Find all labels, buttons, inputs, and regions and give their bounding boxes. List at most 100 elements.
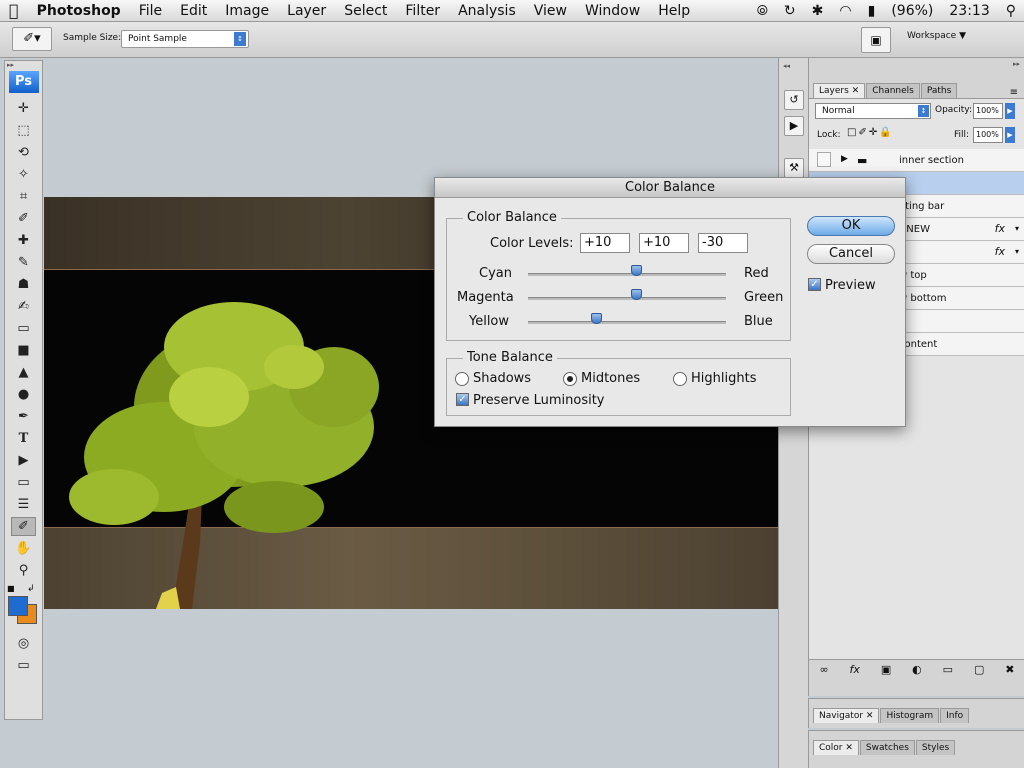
link-layers-icon[interactable]: ∞ (819, 663, 828, 676)
menu-filter[interactable]: Filter (396, 3, 449, 19)
menu-view[interactable]: View (525, 3, 576, 19)
level-magenta-green-input[interactable]: +10 (639, 233, 689, 253)
eraser-tool-icon[interactable]: ▭ (11, 319, 36, 338)
menu-window[interactable]: Window (576, 3, 649, 19)
brush-tool-icon[interactable]: ✎ (11, 253, 36, 272)
blur-tool-icon[interactable]: ▲ (11, 363, 36, 382)
menu-help[interactable]: Help (649, 3, 699, 19)
path-selection-icon[interactable]: ▶ (11, 451, 36, 470)
yellow-blue-slider-track[interactable] (528, 321, 726, 324)
tab-color[interactable]: Color ✕ (813, 740, 859, 755)
history-brush-icon[interactable]: ✍ (11, 297, 36, 316)
ok-button[interactable]: OK (807, 216, 895, 236)
magenta-green-slider-track[interactable] (528, 297, 726, 300)
menu-file[interactable]: File (130, 3, 171, 19)
highlights-radio[interactable] (673, 372, 687, 386)
menu-analysis[interactable]: Analysis (449, 3, 525, 19)
pen-tool-icon[interactable]: ✒ (11, 407, 36, 426)
healing-brush-icon[interactable]: ✚ (11, 231, 36, 250)
eyedropper-preset-icon[interactable]: ✐▾ (12, 27, 52, 51)
menu-edit[interactable]: Edit (171, 3, 216, 19)
level-cyan-red-input[interactable]: +10 (580, 233, 630, 253)
actions-panel-icon[interactable]: ▶ (784, 116, 804, 136)
fx-expand-icon[interactable]: ▾ (1015, 247, 1019, 256)
shape-tool-icon[interactable]: ▭ (11, 473, 36, 492)
lasso-tool-icon[interactable]: ⟲ (11, 143, 36, 162)
preserve-luminosity-checkbox[interactable]: ✓ (456, 393, 469, 406)
notes-tool-icon[interactable]: ☰ (11, 495, 36, 514)
menu-layer[interactable]: Layer (278, 3, 335, 19)
clock[interactable]: 23:13 (941, 3, 997, 19)
tab-histogram[interactable]: Histogram (880, 708, 940, 723)
cs-status-icon[interactable]: ⦾ (749, 3, 776, 19)
trash-icon[interactable]: ✖ (1005, 663, 1014, 676)
marquee-tool-icon[interactable]: ⬚ (11, 121, 36, 140)
tool-presets-icon[interactable]: ⚒ (784, 158, 804, 178)
workspace-menu[interactable]: Workspace ▼ (907, 31, 966, 41)
magic-wand-icon[interactable]: ✧ (11, 165, 36, 184)
apple-menu-icon[interactable]:  (0, 1, 28, 20)
fx-expand-icon[interactable]: ▾ (1015, 224, 1019, 233)
hand-tool-icon[interactable]: ✋ (11, 539, 36, 558)
bluetooth-icon[interactable]: ✱ (804, 3, 832, 19)
disclosure-triangle-icon[interactable]: ▶ (841, 154, 848, 164)
eyedropper-tool-icon[interactable]: ✐ (11, 517, 36, 536)
quick-mask-icon[interactable]: ◎ (11, 634, 36, 653)
tab-channels[interactable]: Channels (866, 83, 920, 98)
visibility-icon[interactable] (817, 152, 831, 167)
menu-image[interactable]: Image (216, 3, 278, 19)
default-colors-icon[interactable]: ■ (7, 584, 15, 593)
sample-size-select[interactable]: Point Sample ↕ (121, 30, 249, 48)
level-yellow-blue-input[interactable]: -30 (698, 233, 748, 253)
strip-collapse-icon[interactable]: ◂◂ (783, 62, 790, 70)
time-machine-icon[interactable]: ↻ (776, 3, 804, 19)
spotlight-icon[interactable]: ⚲ (998, 3, 1024, 19)
tab-paths[interactable]: Paths (920, 83, 958, 98)
cyan-red-slider-track[interactable] (528, 273, 726, 276)
zoom-tool-icon[interactable]: ⚲ (11, 561, 36, 580)
dodge-tool-icon[interactable]: ● (11, 385, 36, 404)
gradient-tool-icon[interactable]: ■ (11, 341, 36, 360)
slice-tool-icon[interactable]: ✐ (11, 209, 36, 228)
menu-app[interactable]: Photoshop (28, 3, 130, 19)
fill-slider-arrow-icon[interactable]: ▶ (1005, 127, 1015, 143)
bridge-icon[interactable]: ▣ (861, 27, 891, 53)
tab-swatches[interactable]: Swatches (859, 740, 915, 755)
move-tool-icon[interactable]: ✛ (11, 99, 36, 118)
lock-icons[interactable]: □✐✛🔒 (847, 127, 894, 138)
cyan-red-slider-thumb[interactable] (630, 265, 642, 276)
menu-select[interactable]: Select (335, 3, 396, 19)
fill-input[interactable]: 100% (973, 127, 1003, 143)
layer-style-icon[interactable]: fx (850, 663, 860, 676)
wifi-icon[interactable]: ◠ (831, 3, 859, 19)
new-layer-icon[interactable]: ▢ (974, 663, 984, 676)
clone-stamp-icon[interactable]: ☗ (11, 275, 36, 294)
panel-expand-icon[interactable]: ▸▸ (1013, 60, 1020, 68)
tab-styles[interactable]: Styles (915, 740, 956, 755)
opacity-slider-arrow-icon[interactable]: ▶ (1005, 103, 1015, 119)
toolbox-grip[interactable]: ▸▸ (5, 61, 42, 69)
adjustment-layer-icon[interactable]: ◐ (912, 663, 922, 676)
dialog-title[interactable]: Color Balance (435, 178, 905, 198)
screen-mode-icon[interactable]: ▭ (11, 656, 36, 675)
preview-checkbox[interactable]: ✓ (808, 278, 821, 291)
midtones-radio[interactable] (563, 372, 577, 386)
foreground-color-swatch[interactable] (8, 596, 28, 616)
type-tool-icon[interactable]: T (11, 429, 36, 448)
yellow-blue-slider-thumb[interactable] (591, 313, 603, 324)
magenta-green-slider-thumb[interactable] (630, 289, 642, 300)
new-group-icon[interactable]: ▭ (943, 663, 953, 676)
tab-layers[interactable]: Layers ✕ (813, 83, 866, 98)
panel-menu-icon[interactable]: ≡ (1010, 87, 1018, 98)
battery-icon[interactable]: ▮ (860, 3, 884, 19)
tab-info[interactable]: Info (940, 708, 970, 723)
shadows-radio[interactable] (455, 372, 469, 386)
crop-tool-icon[interactable]: ⌗ (11, 187, 36, 206)
layer-mask-icon[interactable]: ▣ (881, 663, 891, 676)
opacity-input[interactable]: 100% (973, 103, 1003, 119)
tab-navigator[interactable]: Navigator ✕ (813, 708, 880, 723)
blend-mode-select[interactable]: Normal ↕ (815, 103, 931, 119)
cancel-button[interactable]: Cancel (807, 244, 895, 264)
layer-row[interactable]: ▶ ▬ inner section (809, 149, 1024, 172)
history-panel-icon[interactable]: ↺ (784, 90, 804, 110)
